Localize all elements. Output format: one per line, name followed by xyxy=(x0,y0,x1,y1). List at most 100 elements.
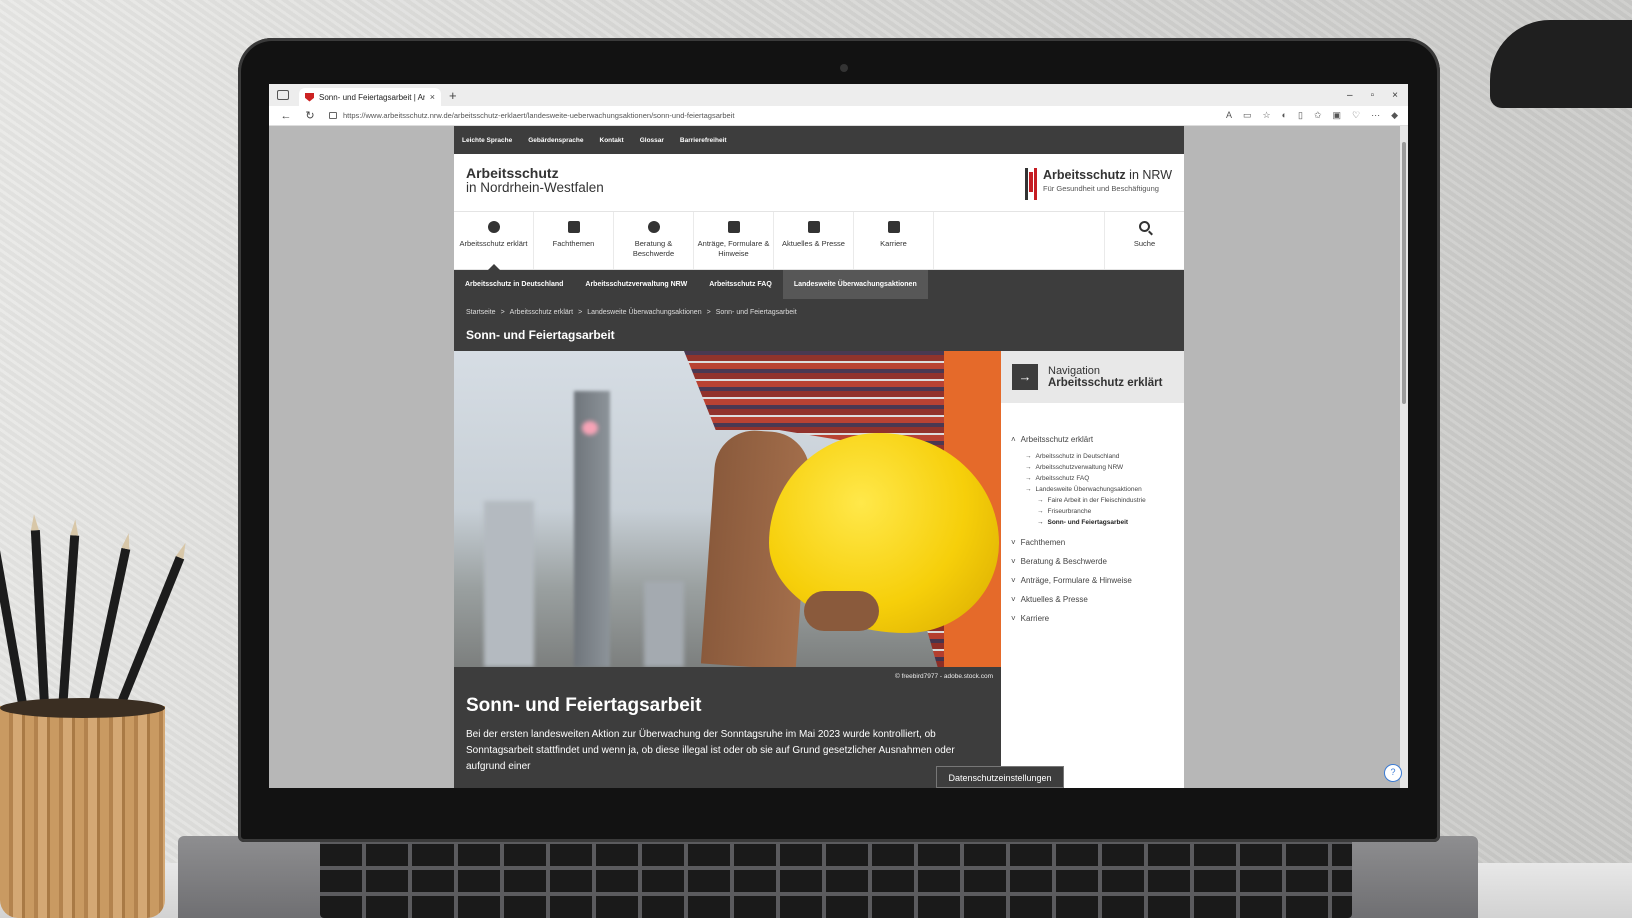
breadcrumb-current: Sonn- und Feiertagsarbeit xyxy=(715,309,797,316)
side-nav-collapsed[interactable]: ˅ Beratung & Beschwerde xyxy=(1011,557,1184,566)
arrow-icon: → xyxy=(1025,486,1032,493)
minimize-icon[interactable]: – xyxy=(1347,90,1353,101)
more-menu-icon[interactable]: ⋯ xyxy=(1371,110,1380,121)
side-nav-collapsed[interactable]: ˅ Aktuelles & Presse xyxy=(1011,595,1184,604)
main-nav-label: Beratung & Beschwerde xyxy=(632,239,675,258)
maximize-icon[interactable]: ▫ xyxy=(1371,90,1375,101)
arrow-icon: → xyxy=(1037,519,1044,526)
main-nav-fachthemen[interactable]: Fachthemen xyxy=(534,212,614,269)
side-nav-label: Fachthemen xyxy=(1020,538,1066,547)
feedback-icon[interactable]: ? xyxy=(1384,764,1402,782)
tower-light xyxy=(582,421,598,435)
scrollbar[interactable] xyxy=(1400,126,1408,788)
favorites-icon[interactable]: ✩ xyxy=(1314,110,1322,121)
extension-icon[interactable]: ◐ xyxy=(1282,110,1287,121)
reader-icon[interactable]: ▭ xyxy=(1243,110,1252,121)
article-text: Bei der ersten landesweiten Aktion zur Ü… xyxy=(466,729,955,772)
chevron-down-icon: ˅ xyxy=(1011,595,1016,604)
privacy-settings-button[interactable]: Datenschutzeinstellungen xyxy=(936,766,1064,788)
side-nav-subitem-current[interactable]: → Sonn- und Feiertagsarbeit xyxy=(1037,517,1184,528)
side-nav-item[interactable]: → Arbeitsschutz in Deutschland xyxy=(1025,451,1184,462)
main-nav-karriere[interactable]: Karriere xyxy=(854,212,934,269)
back-arrow-icon[interactable]: ← xyxy=(279,110,293,122)
sub-nav-faq[interactable]: Arbeitsschutz FAQ xyxy=(698,270,783,299)
url-text: https://www.arbeitsschutz.nrw.de/arbeits… xyxy=(343,111,735,120)
laptop-screen: Sonn- und Feiertagsarbeit | Arbei × + – … xyxy=(269,84,1408,788)
background-building xyxy=(484,501,534,667)
url-field[interactable]: https://www.arbeitsschutz.nrw.de/arbeits… xyxy=(329,111,1226,120)
main-nav-beratung[interactable]: Beratung & Beschwerde xyxy=(614,212,694,269)
side-nav-subitem[interactable]: → Friseurbranche xyxy=(1037,506,1184,517)
breadcrumb-link[interactable]: Startseite xyxy=(466,309,496,316)
site-title-line2: in Nordrhein-Westfalen xyxy=(466,180,604,195)
side-nav-collapsed[interactable]: ˅ Fachthemen xyxy=(1011,538,1184,547)
sub-nav-ueberwachungsaktionen[interactable]: Landesweite Überwachungsaktionen xyxy=(782,270,928,299)
chevron-up-icon: ˄ xyxy=(1011,435,1016,444)
service-link-glossary[interactable]: Glossar xyxy=(640,137,664,144)
hero-image xyxy=(454,351,1001,667)
lock-icon xyxy=(329,112,337,119)
site-title[interactable]: Arbeitsschutz in Nordrhein-Westfalen xyxy=(466,166,604,195)
collections-icon[interactable]: ▣ xyxy=(1332,110,1341,121)
reload-icon[interactable]: ↻ xyxy=(303,109,317,122)
side-nav-header[interactable]: → Navigation Arbeitsschutz erklärt xyxy=(1001,351,1184,403)
breadcrumb-area: Startseite > Arbeitsschutz erklärt > Lan… xyxy=(454,299,1184,355)
breadcrumb-link[interactable]: Landesweite Überwachungsaktionen xyxy=(587,309,701,316)
browser-viewport: Leichte Sprache Gebärdensprache Kontakt … xyxy=(269,126,1408,788)
main-nav-antraege[interactable]: Anträge, Formulare & Hinweise xyxy=(694,212,774,269)
side-nav-expanded[interactable]: ˄ Arbeitsschutz erklärt xyxy=(1011,435,1184,444)
main-nav-aktuelles[interactable]: Aktuelles & Presse xyxy=(774,212,854,269)
side-nav-item[interactable]: → Arbeitsschutz FAQ xyxy=(1025,473,1184,484)
breadcrumb-separator: > xyxy=(578,309,583,316)
close-window-icon[interactable]: × xyxy=(1392,90,1398,101)
chevron-down-icon: ˅ xyxy=(1011,557,1016,566)
side-nav-collapsed[interactable]: ˅ Karriere xyxy=(1011,614,1184,623)
main-nav-arbeitsschutz-erklaert[interactable]: Arbeitsschutz erklärt xyxy=(454,212,534,270)
side-nav-collapsed[interactable]: ˅ Anträge, Formulare & Hinweise xyxy=(1011,576,1184,585)
nrw-logo[interactable]: Arbeitsschutz in NRW Für Gesundheit und … xyxy=(1025,168,1172,200)
window-controls: – ▫ × xyxy=(1347,90,1408,101)
worker-hand xyxy=(804,591,879,631)
chevron-down-icon: ˅ xyxy=(1011,614,1016,623)
logo-mark-icon xyxy=(1025,168,1038,200)
tab-close-icon[interactable]: × xyxy=(430,92,435,102)
side-nav-item-label: Arbeitsschutz FAQ xyxy=(1035,475,1090,482)
side-nav-item[interactable]: → Arbeitsschutzverwaltung NRW xyxy=(1025,462,1184,473)
arrow-icon: → xyxy=(1025,453,1032,460)
copilot-icon[interactable]: ◆ xyxy=(1391,110,1398,121)
main-navigation: Arbeitsschutz erklärt Fachthemen Beratun… xyxy=(454,212,1184,270)
main-nav-label: Aktuelles & Presse xyxy=(782,239,845,248)
side-nav-item-label: Arbeitsschutzverwaltung NRW xyxy=(1035,464,1124,471)
content-area: © freebird7977 - adobe.stock.com Sonn- u… xyxy=(454,351,1184,788)
breadcrumb-link[interactable]: Arbeitsschutz erklärt xyxy=(510,309,573,316)
split-screen-icon[interactable]: ▯ xyxy=(1298,110,1303,121)
tab-actions-icon[interactable] xyxy=(277,90,289,100)
arrow-icon: → xyxy=(1037,508,1044,515)
sub-nav-verwaltung[interactable]: Arbeitsschutzverwaltung NRW xyxy=(574,270,698,299)
search-button[interactable]: Suche xyxy=(1104,212,1184,269)
newspaper-icon xyxy=(807,221,820,233)
favorite-star-icon[interactable]: ☆ xyxy=(1262,110,1270,121)
side-nav-label: Karriere xyxy=(1020,614,1050,623)
arrow-icon: → xyxy=(1037,497,1044,504)
service-link-easy-language[interactable]: Leichte Sprache xyxy=(462,137,512,144)
side-nav-subitem[interactable]: → Faire Arbeit in der Fleischindustrie xyxy=(1037,495,1184,506)
service-link-contact[interactable]: Kontakt xyxy=(600,137,624,144)
browser-essentials-icon[interactable]: ♡ xyxy=(1352,110,1360,121)
side-nav-label: Arbeitsschutz erklärt xyxy=(1020,435,1094,444)
scrollbar-thumb[interactable] xyxy=(1402,142,1406,404)
website-page: Leichte Sprache Gebärdensprache Kontakt … xyxy=(454,126,1184,788)
read-aloud-icon[interactable]: A xyxy=(1226,110,1232,121)
browser-tab-active[interactable]: Sonn- und Feiertagsarbeit | Arbei × xyxy=(299,88,441,106)
service-link-sign-language[interactable]: Gebärdensprache xyxy=(528,137,583,144)
new-tab-icon[interactable]: + xyxy=(449,88,457,103)
side-nav-item-label: Landesweite Überwachungsaktionen xyxy=(1035,486,1142,493)
search-label: Suche xyxy=(1133,239,1156,248)
side-nav-item-label: Arbeitsschutz in Deutschland xyxy=(1035,453,1120,460)
browser-toolbar-icons: A ▭ ☆ ◐ ▯ ✩ ▣ ♡ ⋯ ◆ xyxy=(1226,110,1408,121)
image-credit: © freebird7977 - adobe.stock.com xyxy=(454,667,1001,687)
sub-nav-deutschland[interactable]: Arbeitsschutz in Deutschland xyxy=(454,270,574,299)
main-nav-label: Anträge, Formulare & Hinweise xyxy=(697,239,770,258)
service-link-accessibility[interactable]: Barrierefreiheit xyxy=(680,137,727,144)
side-nav-item[interactable]: → Landesweite Überwachungsaktionen xyxy=(1025,484,1184,495)
